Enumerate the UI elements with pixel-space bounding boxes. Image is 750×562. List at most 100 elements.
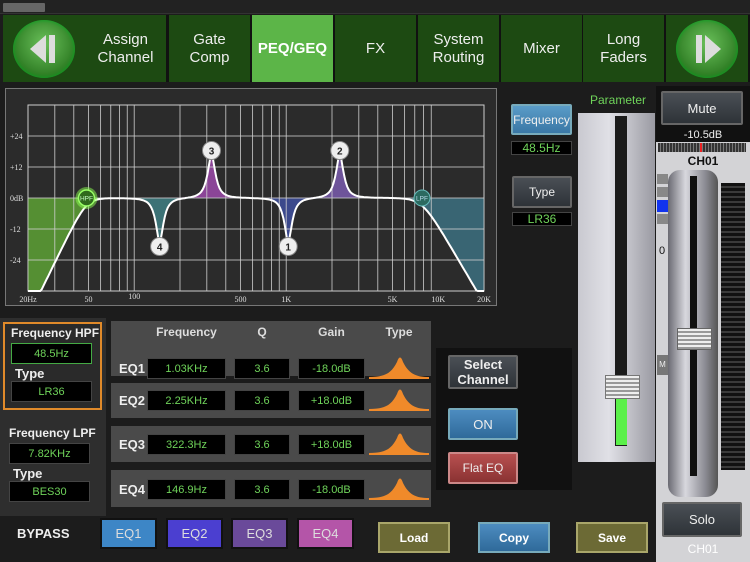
fader-thumb[interactable] <box>605 375 640 399</box>
tab-system-routing[interactable]: System Routing <box>418 15 499 82</box>
frequency-button[interactable]: Frequency <box>511 104 572 135</box>
bypass-eq4-button[interactable]: EQ4 <box>297 518 354 549</box>
lpf-type-value[interactable]: BES30 <box>9 481 90 502</box>
y-tick-label: +12 <box>10 163 23 172</box>
skip-forward-icon <box>696 34 721 63</box>
bell-curve-icon[interactable] <box>369 428 429 456</box>
eq-gain-value[interactable]: +18.0dB <box>298 390 365 411</box>
next-page-button[interactable] <box>666 15 748 82</box>
eq-band-label: EQ4 <box>119 482 146 497</box>
copy-button[interactable]: Copy <box>478 522 550 553</box>
channel-fader[interactable] <box>668 170 718 497</box>
bell-curve-icon[interactable] <box>369 352 429 380</box>
load-button[interactable]: Load <box>378 522 450 553</box>
tab-fx[interactable]: FX <box>335 15 416 82</box>
eq-row-2: EQ2 2.25KHz 3.6 +18.0dB <box>111 383 431 418</box>
mute-button[interactable]: Mute <box>661 91 743 125</box>
lpf-title: Frequency LPF <box>9 426 96 440</box>
y-tick-label: -12 <box>10 225 21 234</box>
y-tick-label: +24 <box>10 132 23 141</box>
parameter-label: Parameter <box>589 93 647 107</box>
select-channel-button[interactable]: Select Channel <box>448 355 518 389</box>
on-button[interactable]: ON <box>448 408 518 440</box>
lpf-handle-label: LPF <box>416 196 428 203</box>
hpf-type-value[interactable]: LR36 <box>11 381 92 402</box>
y-tick-label: 0dB <box>10 194 23 203</box>
channel-level: -10.5dB <box>683 129 723 141</box>
header-q: Q <box>257 325 267 339</box>
eq-band-label: EQ2 <box>119 393 146 408</box>
channel-name: CH01 <box>687 154 719 168</box>
tab-mixer[interactable]: Mixer <box>501 15 582 82</box>
eq-gain-value[interactable]: +18.0dB <box>298 434 365 455</box>
eq-frequency-value[interactable]: 322.3Hz <box>147 434 226 455</box>
x-tick-label: 500 <box>234 295 246 304</box>
solo-button[interactable]: Solo <box>662 502 742 537</box>
channel-footer: CH01 <box>687 542 719 556</box>
eq-frequency-value[interactable]: 2.25KHz <box>147 390 226 411</box>
lpf-frequency-value[interactable]: 7.82KHz <box>9 443 90 464</box>
eq-q-value[interactable]: 3.6 <box>234 434 290 455</box>
frequency-value: 48.5Hz <box>511 141 572 155</box>
eq-q-value[interactable]: 3.6 <box>234 358 290 379</box>
eq-response-graph[interactable]: +24 +12 0dB -12 -24 20Hz 50 100 500 1K 5K 10K 20K 1 2 3… <box>6 89 496 305</box>
x-tick-label: 20K <box>477 295 491 304</box>
x-tick-label: 5K <box>388 295 398 304</box>
x-tick-label: 10K <box>431 295 445 304</box>
zero-mark: 0 <box>659 245 666 257</box>
eq-row-3: EQ3 322.3Hz 3.6 +18.0dB <box>111 426 431 462</box>
eq-graph-panel: +24 +12 0dB -12 -24 20Hz 50 100 500 1K 5K 10K 20K 1 2 3… <box>5 88 497 306</box>
tab-gate-comp[interactable]: Gate Comp <box>169 15 250 82</box>
window-tab[interactable] <box>3 3 45 12</box>
nav-bar: Assign Channel Gate Comp PEQ/GEQ FX Syst… <box>3 15 750 82</box>
y-tick-label: -24 <box>10 256 21 265</box>
bypass-eq1-button[interactable]: EQ1 <box>100 518 157 549</box>
type-button[interactable]: Type <box>512 176 572 208</box>
channel-fader-thumb[interactable] <box>677 328 712 350</box>
flat-eq-button[interactable]: Flat EQ <box>448 452 518 484</box>
tab-peq-geq[interactable]: PEQ/GEQ <box>252 15 333 82</box>
x-tick-label: 50 <box>84 295 92 304</box>
header-frequency: Frequency <box>156 325 217 339</box>
parameter-fader[interactable] <box>578 113 655 462</box>
tab-long-faders[interactable]: Long Faders <box>583 15 664 82</box>
hpf-panel[interactable]: Frequency HPF 48.5Hz Type LR36 <box>3 322 102 410</box>
status-strip <box>0 0 750 14</box>
eq-row-4: EQ4 146.9Hz 3.6 -18.0dB <box>111 470 431 507</box>
bypass-eq2-button[interactable]: EQ2 <box>166 518 223 549</box>
lpf-panel[interactable]: Frequency LPF 7.82KHz Type BES30 <box>3 424 102 512</box>
type-value: LR36 <box>512 212 572 226</box>
eq-q-value[interactable]: 3.6 <box>234 390 290 411</box>
hpf-type-label: Type <box>15 366 45 381</box>
lpf-type-label: Type <box>13 466 43 481</box>
x-tick-label: 1K <box>281 295 291 304</box>
bell-curve-icon[interactable] <box>369 384 429 412</box>
eq-band-handle-label: 2 <box>337 147 343 158</box>
bypass-eq3-button[interactable]: EQ3 <box>231 518 288 549</box>
hpf-frequency-value[interactable]: 48.5Hz <box>11 343 92 364</box>
m-mark: M <box>657 355 668 375</box>
save-button[interactable]: Save <box>576 522 648 553</box>
eq-frequency-value[interactable]: 1.03KHz <box>147 358 226 379</box>
meter-strip <box>658 143 746 152</box>
header-gain: Gain <box>318 325 345 339</box>
eq-q-value[interactable]: 3.6 <box>234 479 290 500</box>
eq-frequency-value[interactable]: 146.9Hz <box>147 479 226 500</box>
bell-curve-icon[interactable] <box>369 473 429 501</box>
hpf-title: Frequency HPF <box>11 326 100 340</box>
tab-assign-channel[interactable]: Assign Channel <box>85 15 166 82</box>
eq-band-handle-label: 4 <box>157 243 163 254</box>
channel-strip: CH01 0 M Solo CH01 <box>656 142 750 562</box>
eq-band-handle-label: 1 <box>285 243 291 254</box>
level-meter <box>721 183 745 470</box>
eq-band-label: EQ3 <box>119 437 146 452</box>
prev-page-button[interactable] <box>3 15 85 82</box>
eq-gain-value[interactable]: -18.0dB <box>298 479 365 500</box>
x-tick-label: 20Hz <box>19 295 37 304</box>
hpf-handle-label: HPF <box>80 196 93 203</box>
eq-band-handle-label: 3 <box>209 147 215 158</box>
channel-indicator <box>657 200 668 212</box>
bypass-label: BYPASS <box>17 526 70 541</box>
eq-band-label: EQ1 <box>119 361 146 376</box>
eq-gain-value[interactable]: -18.0dB <box>298 358 365 379</box>
